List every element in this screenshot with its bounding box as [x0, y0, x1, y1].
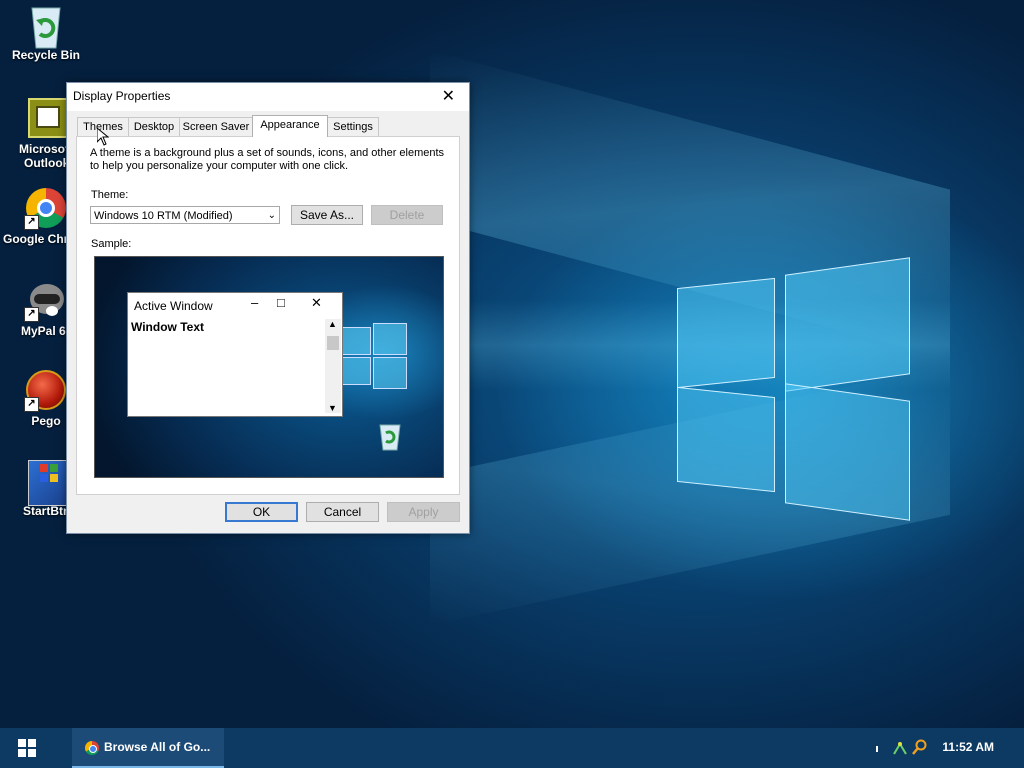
windows-logo-pane: [373, 323, 407, 355]
windows-logo-pane: [341, 357, 371, 385]
sample-preview: Active Window – □ ✕ Window Text ▲ ▼: [94, 256, 444, 478]
desktop-icon-recycle-bin[interactable]: Recycle Bin: [0, 2, 92, 62]
sample-window-text: Window Text: [131, 320, 204, 334]
chevron-down-icon: ▼: [328, 403, 337, 413]
recycle-bin-icon: [24, 2, 68, 49]
start-button[interactable]: [0, 728, 52, 768]
windows-icon: [18, 739, 36, 757]
theme-label: Theme:: [91, 189, 129, 201]
save-as-button[interactable]: Save As...: [291, 205, 363, 225]
sample-active-window: Active Window – □ ✕ Window Text ▲ ▼: [127, 292, 343, 417]
sample-label: Sample:: [91, 238, 132, 250]
tab-desktop[interactable]: Desktop: [128, 117, 180, 136]
tab-settings[interactable]: Settings: [327, 117, 379, 136]
network-tray-icon[interactable]: [892, 740, 908, 756]
close-icon[interactable]: ✕: [442, 86, 455, 106]
tray-separator: [876, 746, 878, 752]
maximize-icon: □: [277, 295, 285, 310]
shortcut-arrow-icon: ↗: [24, 307, 39, 322]
theme-description: A theme is a background plus a set of so…: [90, 147, 445, 172]
display-properties-dialog: Display Properties ✕ Themes Desktop Scre…: [66, 82, 470, 534]
chrome-icon: ↗: [24, 186, 68, 230]
cancel-button[interactable]: Cancel: [306, 502, 379, 522]
taskbar-item-chrome[interactable]: Browse All of Go...: [72, 728, 224, 768]
tab-screen-saver[interactable]: Screen Saver: [179, 117, 253, 136]
windows-logo-pane: [677, 277, 775, 389]
taskbar-item-label: Browse All of Go...: [104, 740, 211, 754]
dialog-title: Display Properties: [73, 89, 171, 103]
windows-logo-pane: [341, 327, 371, 355]
taskbar-clock[interactable]: 11:52 AM: [942, 740, 994, 754]
windows-logo-pane: [785, 257, 910, 392]
windows-logo-pane: [677, 386, 775, 493]
close-icon: ✕: [311, 295, 322, 310]
dialog-titlebar[interactable]: Display Properties ✕: [67, 83, 469, 111]
tab-panel: A theme is a background plus a set of so…: [76, 136, 460, 495]
taskbar: Browse All of Go... 11:52 AM: [0, 728, 1024, 768]
outlook-icon: [24, 96, 68, 140]
minimize-icon: –: [251, 295, 259, 310]
apply-button[interactable]: Apply: [387, 502, 460, 522]
delete-button[interactable]: Delete: [371, 205, 443, 225]
chrome-icon-center: [89, 745, 97, 753]
ok-button[interactable]: OK: [225, 502, 298, 522]
theme-dropdown[interactable]: Windows 10 RTM (Modified) ⌄: [90, 206, 280, 224]
windows-logo-pane: [373, 357, 407, 389]
recycle-bin-icon: [376, 421, 404, 456]
startbtn-icon: [24, 458, 70, 506]
chevron-down-icon[interactable]: ⌄: [268, 207, 276, 225]
shortcut-arrow-icon: ↗: [24, 215, 39, 230]
search-tray-icon[interactable]: [912, 739, 928, 755]
sample-window-title: Active Window: [134, 299, 213, 313]
shortcut-arrow-icon: ↗: [24, 397, 39, 412]
chevron-up-icon: ▲: [328, 319, 337, 329]
mouse-cursor-icon: [96, 126, 110, 151]
sample-scrollbar: ▲ ▼: [325, 319, 341, 413]
scrollbar-thumb: [327, 336, 339, 350]
theme-dropdown-value: Windows 10 RTM (Modified): [94, 210, 233, 222]
raccoon-icon: ↗: [24, 278, 68, 322]
pego-icon: ↗: [24, 368, 68, 412]
tab-appearance[interactable]: Appearance: [252, 115, 328, 137]
windows-logo-pane: [785, 383, 910, 521]
